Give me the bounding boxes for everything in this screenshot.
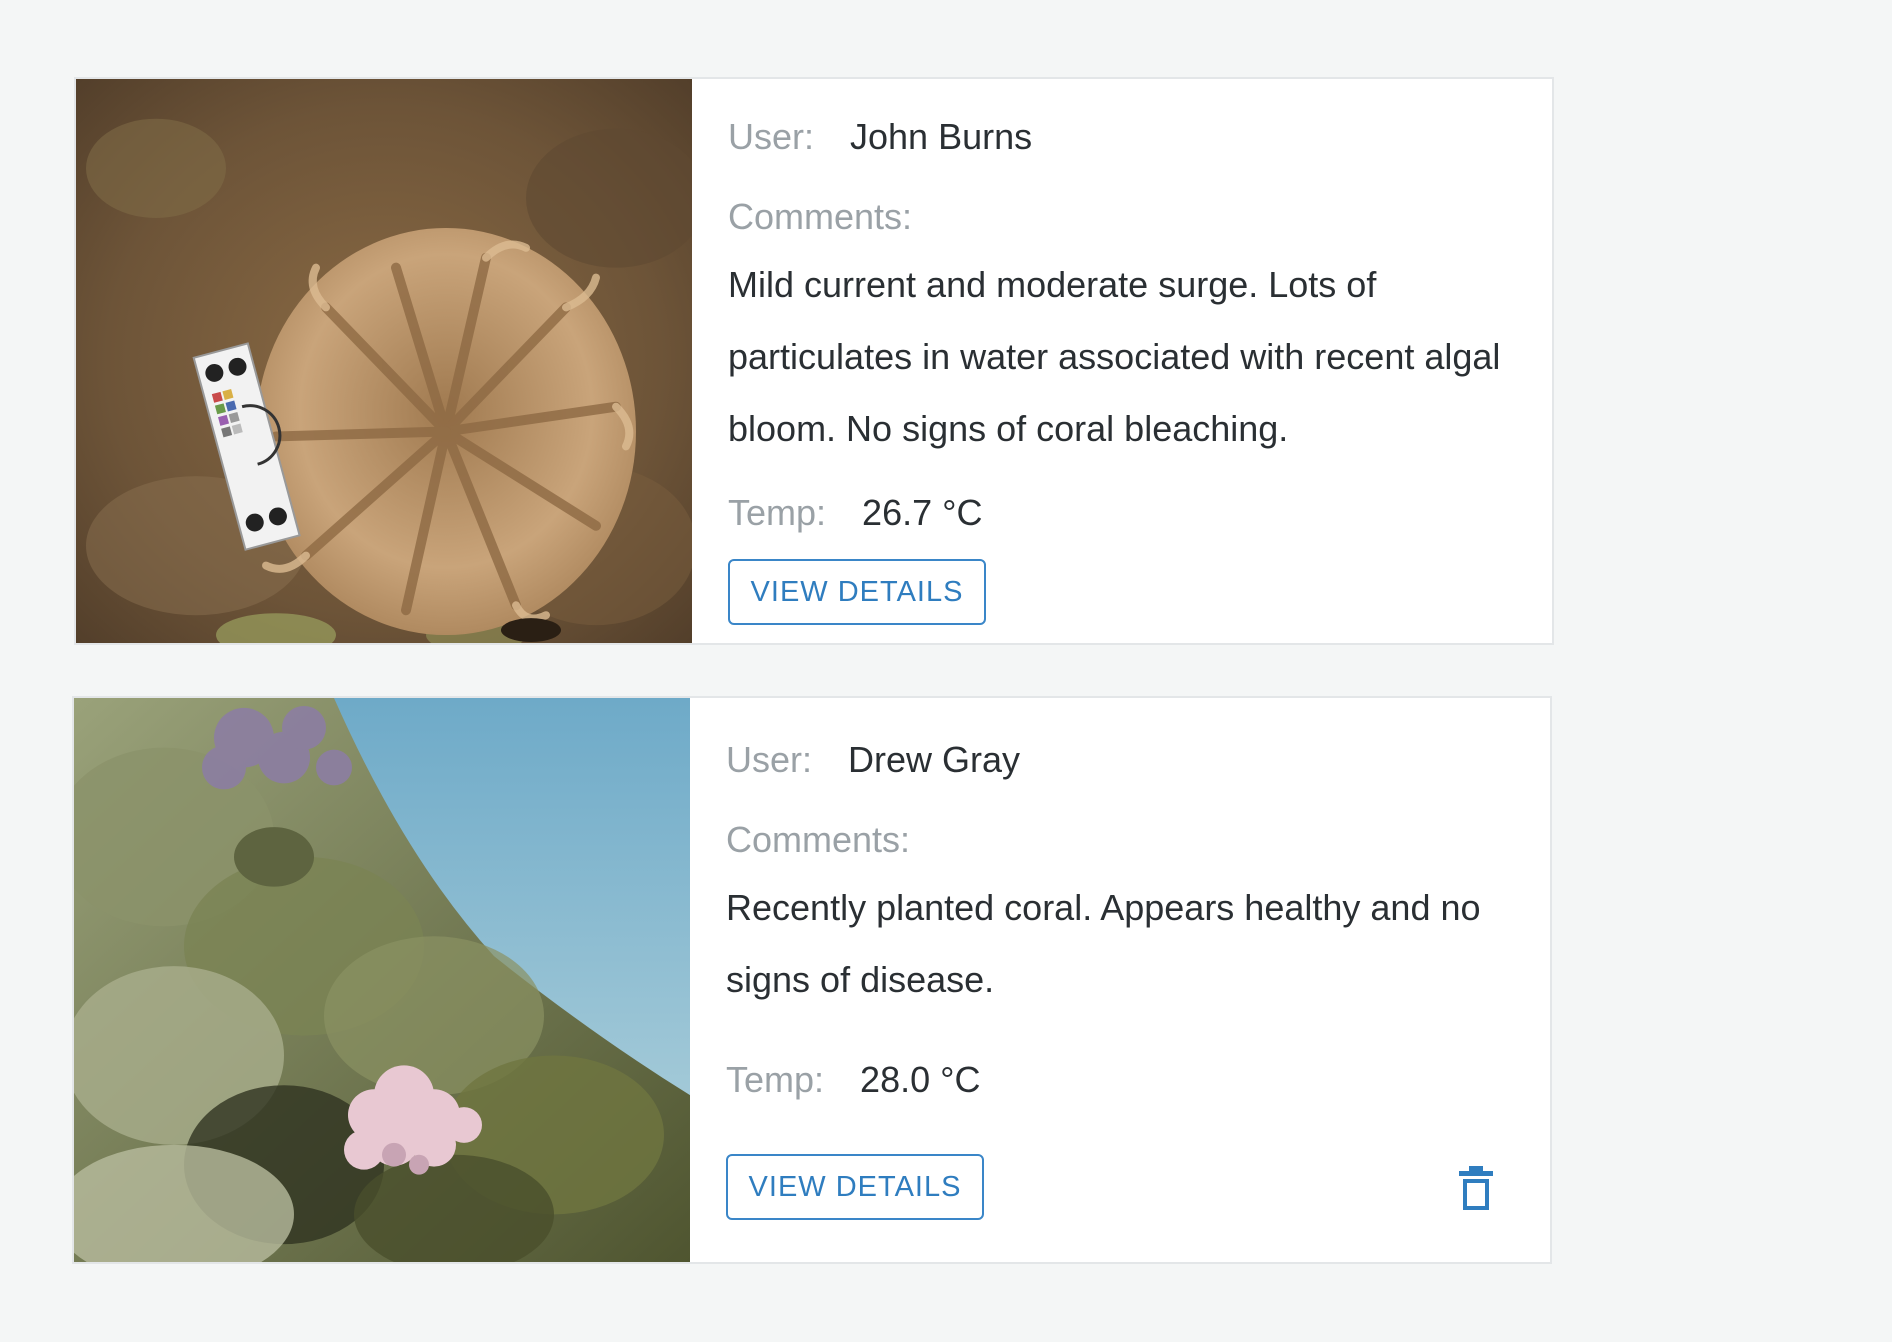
comments-text: Recently planted coral. Appears healthy … xyxy=(726,887,1481,1000)
temp-value: 26.7 °C xyxy=(862,492,983,533)
user-name: Drew Gray xyxy=(848,739,1021,780)
survey-card: User: Drew Gray Comments: Recently plant… xyxy=(72,696,1552,1264)
view-details-button[interactable]: VIEW DETAILS xyxy=(728,559,986,625)
user-name: John Burns xyxy=(850,116,1033,157)
survey-list: User: John Burns Comments: Mild current … xyxy=(0,0,1892,1342)
user-label: User: xyxy=(728,116,815,157)
trash-icon[interactable] xyxy=(1458,1166,1494,1210)
coral-photo-graphic xyxy=(74,698,690,1262)
survey-info: User: Drew Gray Comments: Recently plant… xyxy=(690,698,1550,1262)
coral-photo[interactable] xyxy=(76,79,692,643)
temp-label: Temp: xyxy=(728,492,827,533)
user-label: User: xyxy=(726,739,813,780)
temp-label: Temp: xyxy=(726,1059,825,1100)
comments-label: Comments: xyxy=(726,819,911,860)
survey-info: User: John Burns Comments: Mild current … xyxy=(692,79,1552,643)
coral-photo-graphic xyxy=(76,79,692,643)
comments-text: Mild current and moderate surge. Lots of… xyxy=(728,264,1501,449)
trash-icon-graphic xyxy=(1459,1166,1493,1210)
temp-value: 28.0 °C xyxy=(860,1059,981,1100)
temp-row: Temp: 28.0 °C xyxy=(726,1062,981,1098)
user-row: User: Drew Gray xyxy=(726,742,1020,778)
view-details-button[interactable]: VIEW DETAILS xyxy=(726,1154,984,1220)
coral-photo[interactable] xyxy=(74,698,690,1262)
survey-card: User: John Burns Comments: Mild current … xyxy=(74,77,1554,645)
user-row: User: John Burns xyxy=(728,119,1032,155)
comments-label: Comments: xyxy=(728,196,913,237)
temp-row: Temp: 26.7 °C xyxy=(728,495,983,531)
